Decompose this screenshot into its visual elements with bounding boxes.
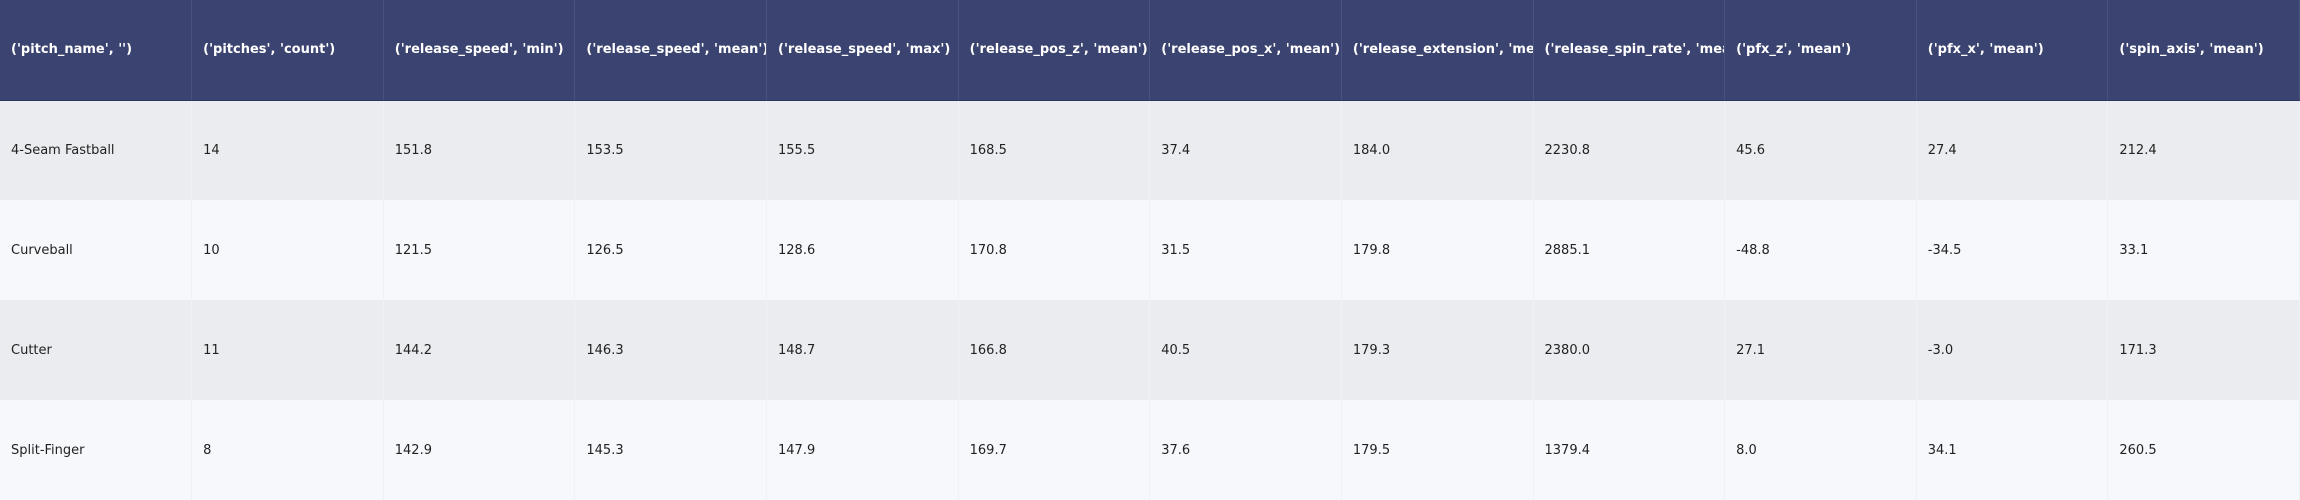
table-row: 4-Seam Fastball 14 151.8 153.5 155.5 168…: [0, 100, 2300, 200]
table-cell: 166.8: [958, 300, 1151, 400]
table-cell: 45.6: [1724, 100, 1917, 200]
table-row: Cutter 11 144.2 146.3 148.7 166.8 40.5 1…: [0, 300, 2300, 400]
header-row: ('pitch_name', '') ('pitches', 'count') …: [0, 0, 2300, 101]
table-cell: 146.3: [574, 300, 767, 400]
column-header[interactable]: ('release_speed', 'mean'): [574, 0, 767, 101]
column-header[interactable]: ('pitches', 'count'): [191, 0, 384, 101]
table-cell: 144.2: [383, 300, 576, 400]
table-cell: 2885.1: [1533, 200, 1726, 300]
table-cell: Cutter: [0, 300, 193, 400]
table-cell: 37.4: [1149, 100, 1342, 200]
table-cell: 8.0: [1724, 400, 1917, 500]
stats-table-container: ('pitch_name', '') ('pitches', 'count') …: [0, 0, 2300, 500]
column-header[interactable]: ('release_pos_z', 'mean'): [958, 0, 1151, 101]
column-header[interactable]: ('pfx_x', 'mean'): [1916, 0, 2109, 101]
table-cell: 179.3: [1341, 300, 1534, 400]
table-cell: 168.5: [958, 100, 1151, 200]
table-cell: 169.7: [958, 400, 1151, 500]
table-cell: 171.3: [2107, 300, 2300, 400]
table-cell: 128.6: [766, 200, 959, 300]
column-header[interactable]: ('release_speed', 'max'): [766, 0, 959, 101]
table-cell: 153.5: [574, 100, 767, 200]
table-header: ('pitch_name', '') ('pitches', 'count') …: [0, 0, 2300, 101]
table-cell: 147.9: [766, 400, 959, 500]
table-cell: -3.0: [1916, 300, 2109, 400]
table-cell: 142.9: [383, 400, 576, 500]
table-cell: 184.0: [1341, 100, 1534, 200]
table-cell: 212.4: [2107, 100, 2300, 200]
column-header[interactable]: ('release_pos_x', 'mean'): [1149, 0, 1342, 101]
table-cell: 126.5: [574, 200, 767, 300]
table-cell: 155.5: [766, 100, 959, 200]
table-cell: 14: [191, 100, 384, 200]
table-cell: 40.5: [1149, 300, 1342, 400]
table-row: Curveball 10 121.5 126.5 128.6 170.8 31.…: [0, 200, 2300, 300]
table-cell: 10: [191, 200, 384, 300]
table-body: 4-Seam Fastball 14 151.8 153.5 155.5 168…: [0, 100, 2300, 500]
table-cell: 34.1: [1916, 400, 2109, 500]
table-cell: 2230.8: [1533, 100, 1726, 200]
table-cell: 8: [191, 400, 384, 500]
table-cell: 37.6: [1149, 400, 1342, 500]
column-header[interactable]: ('release_extension', 'mean'): [1341, 0, 1534, 101]
pitch-stats-table: ('pitch_name', '') ('pitches', 'count') …: [0, 0, 2300, 500]
table-cell: 179.8: [1341, 200, 1534, 300]
table-cell: 27.4: [1916, 100, 2109, 200]
table-cell: 1379.4: [1533, 400, 1726, 500]
table-cell: 179.5: [1341, 400, 1534, 500]
table-cell: 121.5: [383, 200, 576, 300]
table-cell: 27.1: [1724, 300, 1917, 400]
table-cell: -34.5: [1916, 200, 2109, 300]
table-cell: Split-Finger: [0, 400, 193, 500]
table-cell: 33.1: [2107, 200, 2300, 300]
column-header[interactable]: ('release_speed', 'min'): [383, 0, 576, 101]
table-cell: 31.5: [1149, 200, 1342, 300]
table-cell: Curveball: [0, 200, 193, 300]
table-cell: 151.8: [383, 100, 576, 200]
column-header[interactable]: ('spin_axis', 'mean'): [2107, 0, 2300, 101]
table-cell: 145.3: [574, 400, 767, 500]
table-cell: 260.5: [2107, 400, 2300, 500]
table-cell: 4-Seam Fastball: [0, 100, 193, 200]
column-header[interactable]: ('pitch_name', ''): [0, 0, 193, 101]
column-header[interactable]: ('pfx_z', 'mean'): [1724, 0, 1917, 101]
table-cell: 11: [191, 300, 384, 400]
table-cell: 148.7: [766, 300, 959, 400]
table-cell: 2380.0: [1533, 300, 1726, 400]
table-row: Split-Finger 8 142.9 145.3 147.9 169.7 3…: [0, 400, 2300, 500]
table-cell: -48.8: [1724, 200, 1917, 300]
column-header[interactable]: ('release_spin_rate', 'mean'): [1533, 0, 1726, 101]
table-cell: 170.8: [958, 200, 1151, 300]
